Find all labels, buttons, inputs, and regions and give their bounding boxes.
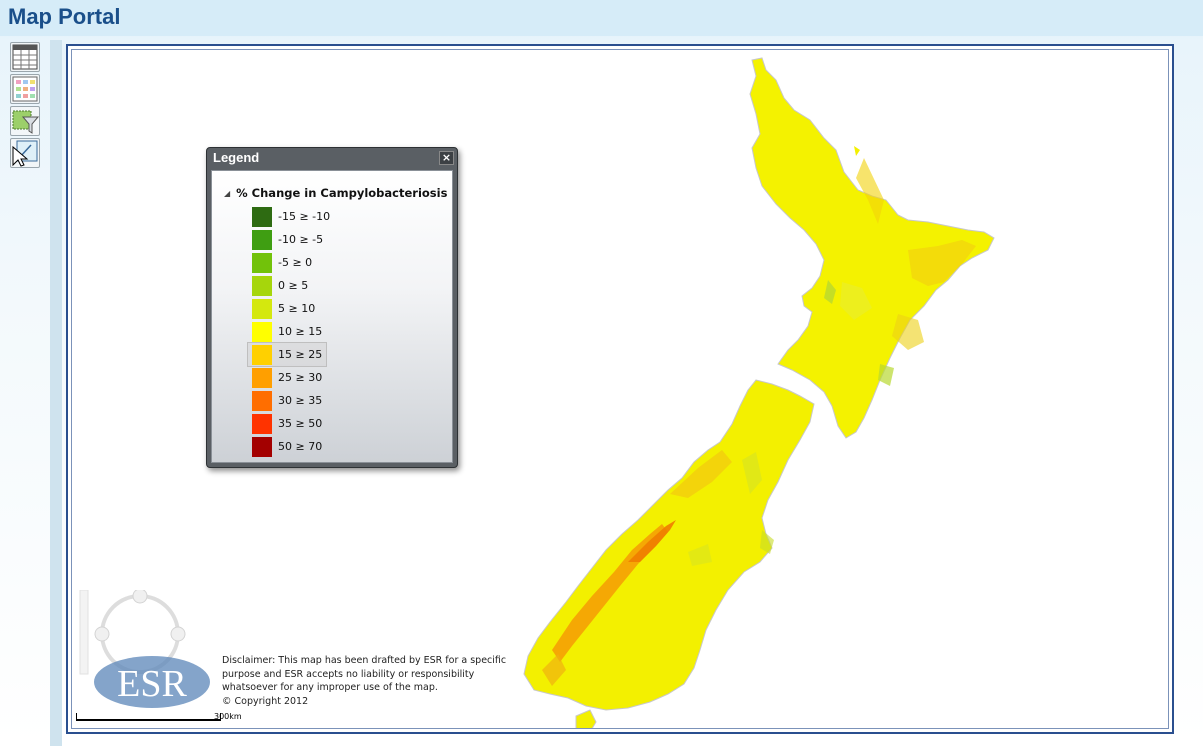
legend-item[interactable]: 30 ≥ 35 bbox=[252, 389, 330, 412]
map-frame: ESR Disclaimer: This map has been drafte… bbox=[66, 44, 1174, 734]
legend-titlebar[interactable]: Legend × bbox=[207, 148, 457, 168]
legend-swatch bbox=[252, 206, 272, 227]
legend-item-label: 35 ≥ 50 bbox=[278, 417, 323, 430]
legend-item[interactable]: -5 ≥ 0 bbox=[252, 251, 330, 274]
legend-panel[interactable]: Legend × ◢ % Change in Campylobacteriosis… bbox=[206, 147, 458, 468]
table-view-button[interactable] bbox=[10, 42, 40, 72]
legend-item-label: 0 ≥ 5 bbox=[278, 279, 309, 292]
legend-swatch bbox=[252, 229, 272, 250]
table-icon bbox=[12, 44, 38, 70]
legend-item-label: 50 ≥ 70 bbox=[278, 440, 323, 453]
legend-body: ◢ % Change in Campylobacteriosis -15 ≥ -1… bbox=[211, 170, 453, 463]
app-title: Map Portal bbox=[8, 4, 121, 29]
collapse-triangle-icon[interactable]: ◢ bbox=[224, 189, 230, 198]
legend-item[interactable]: 25 ≥ 30 bbox=[252, 366, 330, 389]
legend-swatch bbox=[252, 298, 272, 319]
scale-bar bbox=[76, 713, 221, 721]
stewart-island bbox=[575, 709, 597, 728]
legend-item[interactable]: -10 ≥ -5 bbox=[252, 228, 330, 251]
legend-item[interactable]: 50 ≥ 70 bbox=[252, 435, 330, 458]
copyright-line: © Copyright 2012 bbox=[222, 695, 309, 707]
app-header: Map Portal bbox=[0, 0, 1203, 36]
legend-swatch bbox=[252, 321, 272, 342]
legend-item[interactable]: 0 ≥ 5 bbox=[252, 274, 330, 297]
legend-item-label: 5 ≥ 10 bbox=[278, 302, 316, 315]
legend-close-button[interactable]: × bbox=[439, 151, 454, 165]
filter-button[interactable] bbox=[10, 106, 40, 136]
map-disclaimer: Disclaimer: This map has been drafted by… bbox=[222, 654, 512, 708]
map-view[interactable]: ESR Disclaimer: This map has been drafte… bbox=[71, 49, 1169, 729]
legend-swatch bbox=[252, 252, 272, 273]
select-button[interactable] bbox=[10, 138, 40, 168]
legend-title: Legend bbox=[213, 150, 260, 165]
legend-layer-toggle[interactable]: ◢ % Change in Campylobacteriosis bbox=[224, 186, 447, 200]
map-toolbar bbox=[10, 42, 44, 170]
legend-item[interactable]: 10 ≥ 15 bbox=[252, 320, 330, 343]
grid-icon bbox=[12, 76, 38, 102]
legend-swatch bbox=[252, 413, 272, 434]
legend-item[interactable]: 35 ≥ 50 bbox=[252, 412, 330, 435]
legend-item-label: -15 ≥ -10 bbox=[278, 210, 331, 223]
legend-item-label: -5 ≥ 0 bbox=[278, 256, 313, 269]
legend-item-list: -15 ≥ -10 -10 ≥ -5 -5 ≥ 0 0 ≥ 5 5 ≥ 10 10 ≥ 1… bbox=[247, 205, 330, 458]
panel-splitter[interactable] bbox=[50, 40, 62, 746]
chatham-spot bbox=[854, 146, 860, 156]
legend-item-label: 30 ≥ 35 bbox=[278, 394, 323, 407]
legend-item-label: 15 ≥ 25 bbox=[278, 348, 323, 361]
cursor-select-icon bbox=[12, 140, 38, 167]
scale-label: 300km bbox=[214, 712, 242, 721]
legend-swatch bbox=[252, 436, 272, 457]
north-island bbox=[749, 57, 995, 439]
legend-swatch bbox=[252, 367, 272, 388]
legend-swatch bbox=[252, 275, 272, 296]
legend-layer-name: % Change in Campylobacteriosis bbox=[236, 186, 448, 200]
legend-item-label: 10 ≥ 15 bbox=[278, 325, 323, 338]
disclaimer-line: whatsoever for any improper use of the m… bbox=[222, 682, 438, 693]
legend-item[interactable]: 5 ≥ 10 bbox=[252, 297, 330, 320]
south-island bbox=[523, 379, 815, 711]
esr-logo: ESR bbox=[92, 654, 212, 710]
legend-item[interactable]: -15 ≥ -10 bbox=[252, 205, 330, 228]
legend-swatch bbox=[252, 390, 272, 411]
filter-icon bbox=[12, 110, 39, 134]
esr-logo-text: ESR bbox=[117, 663, 187, 705]
legend-item[interactable]: 15 ≥ 25 bbox=[247, 342, 327, 367]
legend-item-label: -10 ≥ -5 bbox=[278, 233, 324, 246]
grid-view-button[interactable] bbox=[10, 74, 40, 104]
legend-swatch bbox=[252, 344, 272, 365]
disclaimer-line: purpose and ESR accepts no liability or … bbox=[222, 668, 475, 680]
legend-item-label: 25 ≥ 30 bbox=[278, 371, 323, 384]
disclaimer-line: Disclaimer: This map has been drafted by… bbox=[222, 655, 507, 666]
